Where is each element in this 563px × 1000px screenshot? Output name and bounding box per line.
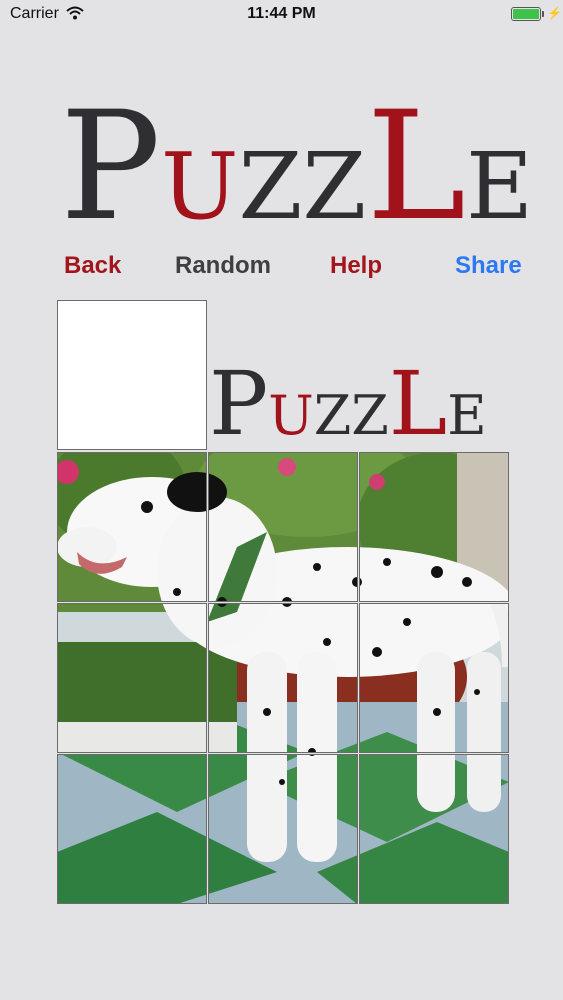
- puzzle-board: PUZZLE: [57, 300, 509, 904]
- logo-letter-u: U: [160, 133, 239, 240]
- preview-letter-z2: Z: [351, 384, 389, 447]
- share-button[interactable]: Share: [455, 252, 522, 280]
- clock: 11:44 PM: [247, 5, 316, 22]
- preview-logo: PUZZLE: [209, 360, 487, 448]
- random-button[interactable]: Random: [175, 252, 271, 280]
- preview-letter-l: L: [388, 352, 448, 455]
- puzzle-tile-r3-c1[interactable]: [57, 754, 207, 904]
- preview-letter-e: E: [447, 384, 487, 447]
- logo-letter-l: L: [366, 80, 466, 254]
- preview-letter-z1: Z: [313, 384, 352, 447]
- back-button[interactable]: Back: [64, 252, 121, 280]
- logo-letter-e: E: [465, 133, 534, 240]
- puzzle-grid: [57, 452, 509, 904]
- preview-letter-p: P: [209, 352, 269, 455]
- puzzle-tile-r3-c2[interactable]: [208, 754, 358, 904]
- puzzle-tile-r1-c2[interactable]: [208, 452, 358, 602]
- logo-letter-p: P: [60, 80, 161, 254]
- battery-cap: [542, 11, 544, 17]
- puzzle-tile-r2-c1[interactable]: [57, 603, 207, 753]
- logo-letter-z1: Z: [238, 133, 303, 240]
- puzzle-tile-r2-c3[interactable]: [359, 603, 509, 753]
- help-button[interactable]: Help: [330, 252, 382, 280]
- puzzle-tile-r1-c1[interactable]: [57, 452, 207, 602]
- charging-bolt-icon: ⚡: [547, 6, 562, 20]
- battery-icon: [511, 7, 541, 21]
- app-logo: PUZZLE: [60, 92, 533, 242]
- preview-letter-u: U: [268, 384, 314, 447]
- puzzle-tile-r2-c2[interactable]: [208, 603, 358, 753]
- logo-letter-z2: Z: [302, 133, 367, 240]
- empty-tile-slot[interactable]: [57, 300, 207, 450]
- puzzle-tile-r1-c3[interactable]: [359, 452, 509, 602]
- puzzle-tile-r3-c3[interactable]: [359, 754, 509, 904]
- status-bar: Carrier 11:44 PM ⚡: [0, 0, 563, 30]
